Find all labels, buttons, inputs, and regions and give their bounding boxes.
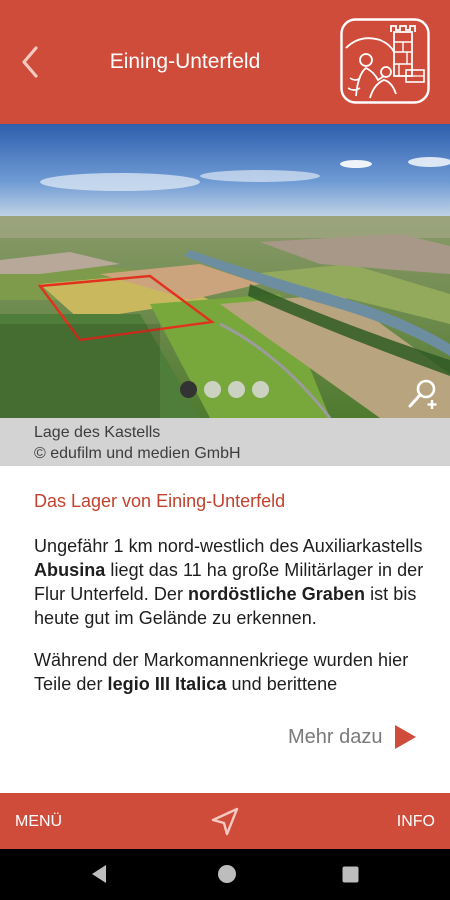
tab-info[interactable]: INFO xyxy=(397,813,435,831)
image-caption: Lage des Kastells © edufilm und medien G… xyxy=(0,418,450,466)
more-button[interactable]: Mehr dazu xyxy=(288,724,417,750)
system-back-icon[interactable] xyxy=(90,864,108,884)
system-recents-icon[interactable] xyxy=(342,866,359,883)
bold-graben: nordöstliche Graben xyxy=(188,584,366,604)
pagination-dot-1[interactable] xyxy=(180,381,197,398)
system-navigation-bar xyxy=(0,849,450,900)
pagination-dot-3[interactable] xyxy=(228,381,245,398)
bold-legio: legio III Italica xyxy=(107,674,227,694)
pagination-dot-4[interactable] xyxy=(252,381,269,398)
bold-abusina: Abusina xyxy=(34,560,106,580)
caption-title: Lage des Kastells xyxy=(34,424,161,441)
back-button[interactable] xyxy=(12,42,48,82)
pagination-dot-2[interactable] xyxy=(204,381,221,398)
paragraph-2: Während der Markomannenkriege wurden hie… xyxy=(34,650,409,694)
castle-logo xyxy=(340,18,430,104)
more-label: Mehr dazu xyxy=(288,725,383,748)
app-header: Eining-Unterfeld xyxy=(0,0,450,124)
tab-menu[interactable]: MENÜ xyxy=(15,813,62,831)
paragraph-1: Ungefähr 1 km nord-westlich des Auxiliar… xyxy=(34,536,424,628)
triangle-right-icon xyxy=(394,725,416,749)
navigation-arrow-icon[interactable] xyxy=(210,807,240,837)
page-title: Eining-Unterfeld xyxy=(109,50,261,73)
article-body: Ungefähr 1 km nord-westlich des Auxiliar… xyxy=(34,514,424,744)
zoom-plus-icon[interactable] xyxy=(406,376,440,410)
aerial-photo[interactable] xyxy=(0,124,450,418)
article-content: Das Lager von Eining-Unterfeld Ungefähr … xyxy=(34,488,424,744)
caption-credit: © edufilm und medien GmbH xyxy=(34,445,241,462)
section-title: Das Lager von Eining-Unterfeld xyxy=(34,491,286,511)
system-home-icon[interactable] xyxy=(216,863,238,885)
chevron-left-icon xyxy=(22,46,38,78)
bottom-tab-bar: MENÜ INFO xyxy=(0,793,450,849)
gallery-pagination xyxy=(180,381,269,398)
